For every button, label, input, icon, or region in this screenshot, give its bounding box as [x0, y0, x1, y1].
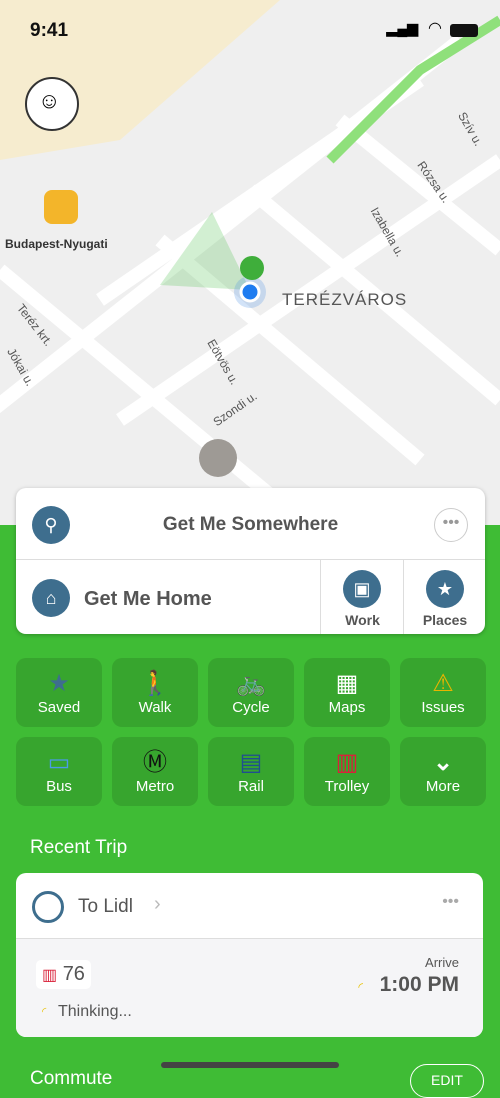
bicycle-icon: 🚲	[236, 670, 266, 697]
recent-trip-heading: Recent Trip	[30, 837, 128, 858]
metro-icon: Ⓜ	[143, 749, 167, 776]
clock: 9:41	[30, 20, 69, 41]
mode-cycle[interactable]: 🚲 Cycle	[208, 658, 294, 727]
mode-walk[interactable]: 🚶 Walk	[112, 658, 198, 727]
trolley-icon: ▥	[42, 967, 58, 984]
trip-details: ▥ 76 ◜ Thinking... Arrive ◜ 1:00 PM	[16, 939, 483, 1037]
search-card: ⚲ Get Me Somewhere ••• ⌂ Get Me Home ▣ W…	[16, 488, 485, 634]
places-button[interactable]: ★ Places	[403, 560, 485, 634]
realtime-icon: ◜	[358, 980, 363, 994]
realtime-icon: ◜	[42, 1006, 47, 1018]
mode-trolley[interactable]: ▥ Trolley	[304, 737, 390, 806]
mode-label: Cycle	[232, 699, 270, 716]
mode-issues[interactable]: ⚠ Issues	[400, 658, 486, 727]
trolley-icon: ▥	[335, 749, 359, 776]
chevron-down-icon: ⌄	[432, 749, 454, 776]
station-label[interactable]: Budapest-Nyugati	[5, 237, 108, 251]
walk-icon: 🚶	[140, 670, 170, 697]
mode-label: Saved	[37, 699, 81, 716]
warning-icon: ⚠	[432, 670, 454, 697]
mode-label: Trolley	[324, 778, 370, 795]
wifi-icon: ◠	[428, 20, 442, 37]
clock-icon	[32, 891, 64, 923]
signal-icon: ▂▄▆	[386, 20, 418, 36]
mode-label: Issues	[421, 699, 465, 716]
star-icon: ★	[426, 570, 464, 608]
bus-icon: ▭	[47, 749, 71, 776]
more-options-icon[interactable]: •••	[434, 508, 468, 542]
mode-label: Bus	[46, 778, 72, 795]
work-button[interactable]: ▣ Work	[320, 560, 403, 634]
arrive-label: Arrive	[425, 955, 459, 970]
trip-status: Thinking...	[58, 1003, 132, 1020]
commute-heading: Commute	[30, 1068, 113, 1089]
arrive-time: 1:00 PM	[379, 973, 459, 996]
mode-bus[interactable]: ▭ Bus	[16, 737, 102, 806]
mode-more[interactable]: ⌄ More	[400, 737, 486, 806]
chevron-right-icon: ›	[154, 893, 161, 915]
mode-rail[interactable]: ▤ Rail	[208, 737, 294, 806]
mode-label: Walk	[138, 699, 172, 716]
get-me-home-label: Get Me Home	[84, 588, 212, 610]
rail-icon: ▤	[239, 749, 263, 776]
work-label: Work	[345, 612, 380, 628]
home-icon: ⌂	[32, 579, 70, 617]
home-indicator	[161, 1062, 339, 1068]
battery-icon	[450, 24, 478, 37]
map[interactable]: ☺ Budapest-Nyugati TERÉZVÁROS Teréz krt.…	[0, 0, 500, 540]
mode-maps[interactable]: ▦ Maps	[304, 658, 390, 727]
mode-label: Rail	[238, 778, 264, 795]
places-label: Places	[422, 612, 468, 628]
recent-trip-card[interactable]: To Lidl › ••• ▥ 76 ◜ Thinking... Arrive …	[16, 873, 483, 1037]
avatar[interactable]: ☺	[38, 88, 60, 114]
mode-label: More	[425, 778, 461, 795]
briefcase-icon: ▣	[343, 570, 381, 608]
trip-header[interactable]: To Lidl › •••	[16, 873, 483, 939]
mode-saved[interactable]: ★ Saved	[16, 658, 102, 727]
route-number: 76	[62, 963, 85, 985]
get-me-home-button[interactable]: ⌂ Get Me Home	[16, 560, 320, 634]
mode-label: Metro	[135, 778, 175, 795]
get-me-somewhere-button[interactable]: ⚲ Get Me Somewhere •••	[16, 488, 485, 560]
map-icon: ▦	[335, 670, 359, 697]
trip-name: To Lidl	[78, 896, 133, 917]
map-streets	[0, 0, 500, 526]
district-label: TERÉZVÁROS	[282, 290, 408, 309]
edit-commute-button[interactable]: EDIT	[410, 1064, 484, 1098]
mode-metro[interactable]: Ⓜ Metro	[112, 737, 198, 806]
route-badge: ▥ 76	[36, 960, 91, 989]
trip-options-icon[interactable]: •••	[442, 893, 459, 911]
saved-icon: ★	[48, 670, 70, 697]
status-bar: 9:41 ◠ ▂▄▆	[0, 18, 500, 46]
transit-mode-grid: ★ Saved 🚶 Walk 🚲 Cycle ▦ Maps ⚠ Issues ▭ Bus Ⓜ…	[16, 658, 486, 806]
mode-label: Maps	[328, 699, 366, 716]
get-me-somewhere-label: Get Me Somewhere	[162, 514, 339, 535]
